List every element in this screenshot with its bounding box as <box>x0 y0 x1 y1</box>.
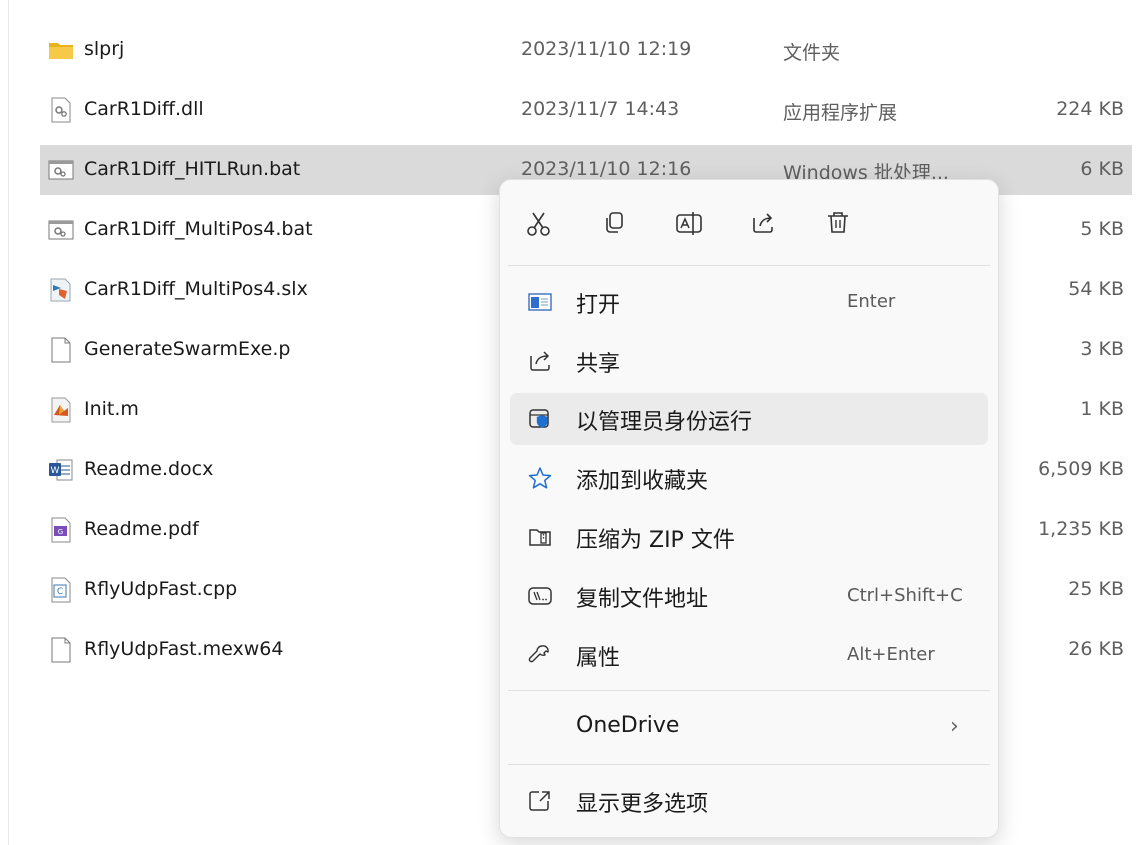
share-icon <box>528 349 552 373</box>
divider <box>508 265 990 266</box>
menu-label: 复制文件地址 <box>576 587 709 612</box>
star-icon <box>528 466 552 490</box>
file-name: slprj <box>84 38 125 60</box>
cpp-file-icon: C <box>48 577 74 603</box>
svg-text:C: C <box>57 587 63 597</box>
menu-label: 压缩为 ZIP 文件 <box>576 528 735 553</box>
file-size: 224 KB <box>1056 98 1124 120</box>
file-date: 2023/11/10 12:19 <box>521 38 692 60</box>
pdf-file-icon: G <box>48 517 74 543</box>
file-size: 25 KB <box>1068 578 1124 600</box>
rename-button[interactable] <box>669 204 709 244</box>
file-date: 2023/11/7 14:43 <box>521 98 680 120</box>
file-name: Readme.pdf <box>84 518 199 540</box>
file-size: 1 KB <box>1080 398 1124 420</box>
matlab-file-icon <box>48 397 74 423</box>
file-name: CarR1Diff_MultiPos4.bat <box>84 218 313 240</box>
file-name: RflyUdpFast.cpp <box>84 578 238 600</box>
blank-file-icon <box>48 337 74 363</box>
menu-shortcut: Ctrl+Shift+C <box>847 585 963 606</box>
file-size: 54 KB <box>1068 278 1124 300</box>
file-type: 文件夹 <box>783 42 841 64</box>
file-name: RflyUdpFast.mexw64 <box>84 638 284 660</box>
divider <box>508 764 990 765</box>
wrench-icon <box>528 643 552 667</box>
menu-label: 属性 <box>576 646 621 671</box>
divider <box>508 690 990 691</box>
menu-shortcut: Enter <box>847 291 896 312</box>
menu-label: 打开 <box>576 293 621 318</box>
simulink-file-icon <box>48 277 74 303</box>
copy-icon <box>595 204 635 244</box>
cut-button[interactable] <box>519 204 559 244</box>
menu-label: 显示更多选项 <box>576 792 709 817</box>
file-date: 2023/11/10 12:16 <box>521 158 692 180</box>
file-name: GenerateSwarmExe.p <box>84 338 291 360</box>
menu-label: 以管理员身份运行 <box>576 410 753 435</box>
menu-label: OneDrive <box>576 713 680 738</box>
cut-icon <box>519 204 559 244</box>
delete-button[interactable] <box>818 204 858 244</box>
menu-label: 添加到收藏夹 <box>576 469 709 494</box>
word-file-icon: W <box>48 457 74 483</box>
menu-item-compress-zip[interactable]: 压缩为 ZIP 文件 <box>510 511 988 563</box>
context-menu: 打开 Enter 共享 以管理员身份运行 添加到收藏夹 压缩为 ZIP 文件 复… <box>499 179 999 838</box>
file-type: 应用程序扩展 <box>783 102 898 124</box>
chevron-right-icon: › <box>950 714 959 739</box>
menu-item-add-to-favorites[interactable]: 添加到收藏夹 <box>510 452 988 504</box>
svg-text:G: G <box>58 528 63 536</box>
file-name: CarR1Diff_HITLRun.bat <box>84 158 301 180</box>
file-size: 6,509 KB <box>1038 458 1124 480</box>
copy-path-icon <box>528 584 552 608</box>
share-icon <box>743 204 783 244</box>
share-button[interactable] <box>743 204 783 244</box>
svg-text:W: W <box>51 466 60 476</box>
file-name: CarR1Diff_MultiPos4.slx <box>84 278 308 300</box>
file-name: CarR1Diff.dll <box>84 98 204 120</box>
folder-icon <box>48 37 74 63</box>
menu-item-run-as-admin[interactable]: 以管理员身份运行 <box>510 393 988 445</box>
bat-file-icon <box>48 217 74 243</box>
menu-label: 共享 <box>576 352 621 377</box>
menu-item-copy-path[interactable]: 复制文件地址 Ctrl+Shift+C <box>510 570 988 622</box>
zip-icon <box>528 525 552 549</box>
file-name: Init.m <box>84 398 139 420</box>
delete-icon <box>818 204 858 244</box>
file-size: 3 KB <box>1080 338 1124 360</box>
menu-item-properties[interactable]: 属性 Alt+Enter <box>510 629 988 681</box>
rename-icon <box>669 204 709 244</box>
file-size: 26 KB <box>1068 638 1124 660</box>
bat-file-icon <box>48 157 74 183</box>
file-size: 6 KB <box>1080 158 1124 180</box>
dll-file-icon <box>48 97 74 123</box>
more-options-icon <box>528 789 552 813</box>
open-icon <box>528 290 552 314</box>
file-row[interactable]: slprj 2023/11/10 12:19 文件夹 <box>40 25 1132 75</box>
menu-shortcut: Alt+Enter <box>847 644 935 665</box>
shield-icon <box>528 407 552 431</box>
menu-item-open[interactable]: 打开 Enter <box>510 276 988 328</box>
file-name: Readme.docx <box>84 458 214 480</box>
copy-button[interactable] <box>595 204 635 244</box>
menu-item-onedrive[interactable]: OneDrive › <box>510 702 988 754</box>
file-row[interactable]: CarR1Diff.dll 2023/11/7 14:43 应用程序扩展 224… <box>40 85 1132 135</box>
file-size: 1,235 KB <box>1038 518 1124 540</box>
blank-file-icon <box>48 637 74 663</box>
menu-item-show-more-options[interactable]: 显示更多选项 <box>510 775 988 827</box>
file-size: 5 KB <box>1080 218 1124 240</box>
menu-item-share[interactable]: 共享 <box>510 335 988 387</box>
